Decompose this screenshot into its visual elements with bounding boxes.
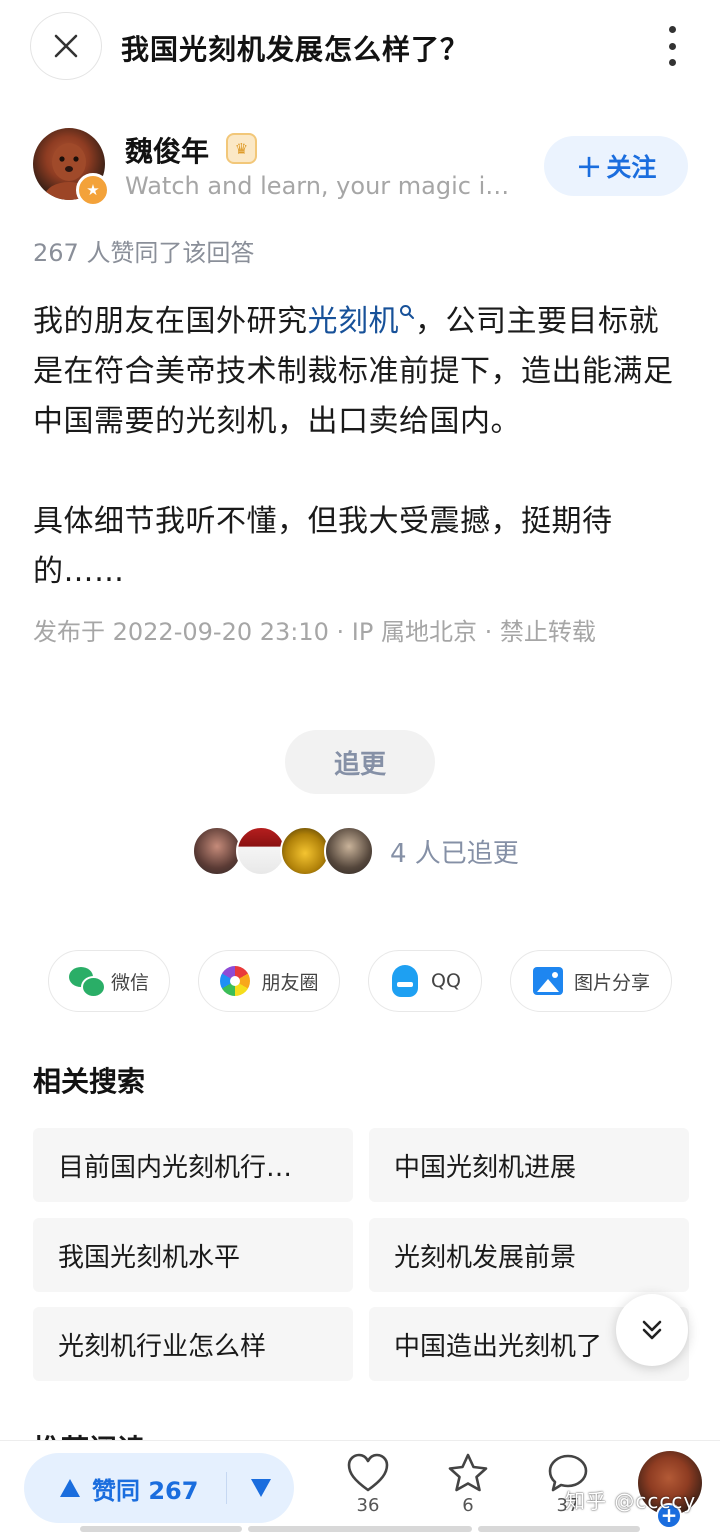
- upvote-button[interactable]: 赞同 267: [24, 1453, 226, 1523]
- share-image-button[interactable]: 图片分享: [510, 950, 672, 1012]
- double-chevron-down-icon: [642, 1320, 662, 1340]
- triangle-up-icon: [60, 1479, 80, 1497]
- vote-summary: 267 人赞同了该回答: [33, 239, 255, 267]
- follow-button[interactable]: + 关注: [544, 136, 688, 196]
- watermark: 知乎 @ccccy: [565, 1489, 697, 1513]
- follower-count: 4 人已追更: [390, 838, 519, 869]
- follow-label: 关注: [606, 153, 657, 182]
- question-title[interactable]: 我国光刻机发展怎么样了？: [121, 28, 469, 68]
- answer-paragraph: 具体细节我听不懂，但我大受震撼，挺期待的……: [33, 504, 613, 589]
- share-wechat-button[interactable]: 微信: [48, 950, 170, 1012]
- share-label: QQ: [431, 970, 461, 992]
- wechat-icon: [68, 965, 106, 998]
- share-qq-button[interactable]: QQ: [368, 950, 482, 1012]
- related-search-title: 相关搜索: [33, 1065, 146, 1098]
- search-icon[interactable]: [399, 290, 415, 340]
- more-options-icon[interactable]: [662, 26, 682, 66]
- follower-avatar: [324, 826, 374, 876]
- qq-icon: [389, 965, 421, 997]
- share-label: 朋友圈: [261, 971, 319, 994]
- related-search-item[interactable]: 目前国内光刻机行…: [33, 1128, 353, 1202]
- bottom-action-bar: 赞同 267 36 6 37 + 知乎 @ccccy: [0, 1440, 720, 1534]
- publish-meta: 发布于 2022-09-20 23:10 · IP 属地北京 · 禁止转载: [33, 618, 596, 646]
- vote-pill: 赞同 267: [24, 1453, 294, 1523]
- scroll-down-button[interactable]: [616, 1294, 688, 1366]
- plus-icon: +: [575, 147, 603, 185]
- share-label: 图片分享: [573, 971, 650, 994]
- heart-icon: [347, 1453, 389, 1492]
- gesture-bar-segment: [478, 1526, 640, 1532]
- upvote-label: 赞同 267: [92, 1476, 199, 1505]
- author-bio: Watch and learn, your magic i…: [125, 172, 510, 200]
- answer-paragraph: 我的朋友在国外研究光刻机 ，公司主要目标就是在符合美帝技术制裁标准前提下，造出能满…: [33, 290, 683, 447]
- related-search-item[interactable]: 光刻机发展前景: [369, 1218, 689, 1292]
- share-moments-button[interactable]: 朋友圈: [198, 950, 340, 1012]
- favorite-button[interactable]: 6: [438, 1453, 498, 1516]
- close-button[interactable]: [30, 12, 102, 80]
- like-count: 36: [356, 1495, 380, 1516]
- author-name[interactable]: 魏俊年: [125, 130, 209, 170]
- close-icon: [54, 34, 78, 58]
- like-button[interactable]: 36: [338, 1453, 398, 1516]
- favorite-count: 6: [462, 1495, 474, 1516]
- follower-row[interactable]: 4 人已追更: [192, 826, 519, 876]
- certified-star-icon: ★: [76, 173, 110, 207]
- gesture-bar-segment: [248, 1526, 472, 1532]
- search-keyword-link[interactable]: 光刻机: [308, 304, 400, 339]
- image-share-icon: [532, 965, 564, 997]
- related-search-item[interactable]: 光刻机行业怎么样: [33, 1307, 353, 1381]
- triangle-down-icon: [250, 1479, 271, 1497]
- moments-icon: [219, 965, 251, 997]
- star-icon: [448, 1453, 488, 1492]
- follower-avatar: [280, 826, 330, 876]
- answer-content: 我的朋友在国外研究光刻机 ，公司主要目标就是在符合美帝技术制裁标准前提下，造出能满…: [33, 290, 683, 597]
- gesture-bar-segment: [80, 1526, 242, 1532]
- share-label: 微信: [110, 971, 149, 994]
- related-search-item[interactable]: 我国光刻机水平: [33, 1218, 353, 1292]
- follower-avatar: [192, 826, 242, 876]
- follow-up-button[interactable]: 追更: [285, 730, 435, 794]
- related-search-item[interactable]: 中国光刻机进展: [369, 1128, 689, 1202]
- paragraph-text: 我的朋友在国外研究: [33, 304, 308, 339]
- follower-avatar: [236, 826, 286, 876]
- crown-badge-icon[interactable]: ♛: [226, 133, 257, 164]
- downvote-button[interactable]: [227, 1453, 294, 1523]
